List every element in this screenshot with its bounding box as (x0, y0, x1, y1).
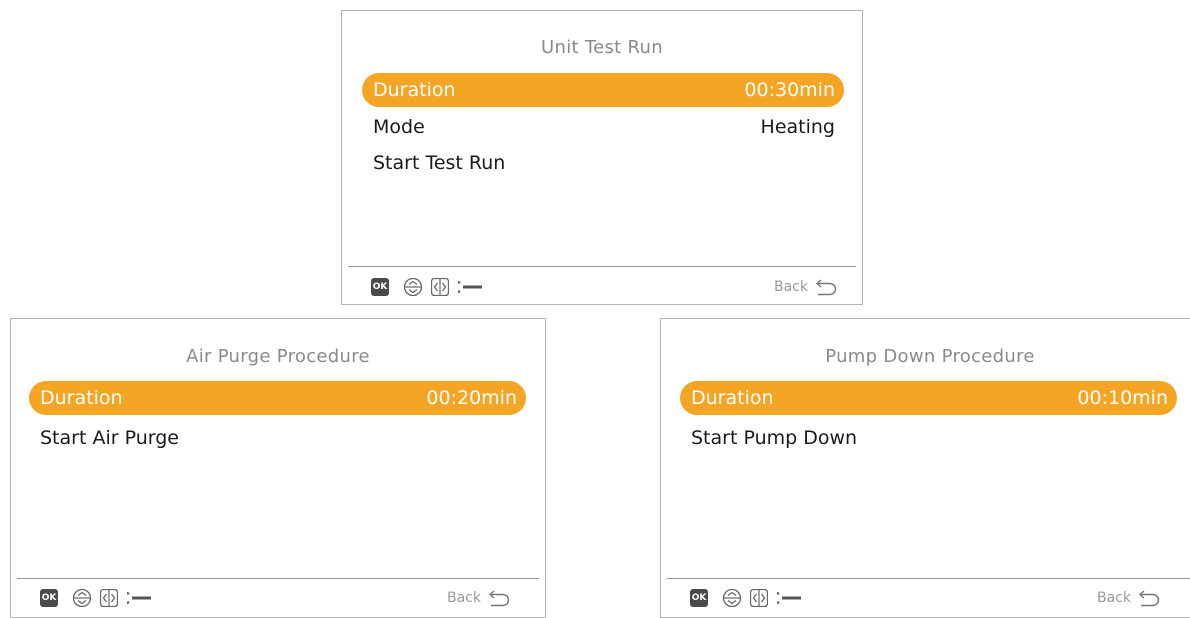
pump-down-procedure-screen: Pump Down Procedure Duration 00:10min St… (660, 318, 1190, 618)
back-label[interactable]: Back (774, 278, 808, 296)
menu-item-start-air-purge[interactable]: Start Air Purge (29, 421, 526, 455)
menu-item-start-test-run[interactable]: Start Test Run (362, 146, 844, 180)
air-purge-procedure-screen: Air Purge Procedure Duration 00:20min St… (10, 318, 546, 618)
wrench-icon (450, 278, 484, 296)
back-arrow-icon[interactable] (814, 278, 838, 296)
menu-item-label: Mode (373, 116, 425, 138)
screen-title: Pump Down Procedure (825, 346, 1035, 367)
menu-item-duration[interactable]: Duration 00:20min (29, 381, 526, 415)
ok-icon: OK (690, 589, 708, 607)
menu-item-value: Heating (760, 116, 835, 138)
wrench-icon (769, 589, 803, 607)
menu-item-start-pump-down[interactable]: Start Pump Down (680, 421, 1177, 455)
menu-item-label: Start Test Run (373, 152, 506, 174)
footer-divider (348, 266, 856, 267)
menu-item-value: 00:30min (744, 79, 835, 101)
menu-item-duration[interactable]: Duration 00:30min (362, 73, 844, 107)
left-right-arrows-icon (99, 588, 119, 608)
menu-item-label: Duration (691, 387, 774, 409)
wrench-icon (119, 589, 153, 607)
screen-title: Air Purge Procedure (186, 346, 370, 367)
menu-item-label: Duration (40, 387, 123, 409)
unit-test-run-screen: Unit Test Run Duration 00:30min Mode Hea… (341, 10, 863, 305)
footer-divider (17, 578, 539, 579)
menu-item-value: 00:20min (426, 387, 517, 409)
menu-item-mode[interactable]: Mode Heating (362, 110, 844, 144)
menu-item-duration[interactable]: Duration 00:10min (680, 381, 1177, 415)
screen-title: Unit Test Run (541, 37, 663, 58)
footer-bar: OK Back (371, 277, 842, 298)
menu-item-label: Start Air Purge (40, 427, 179, 449)
menu-item-label: Duration (373, 79, 456, 101)
back-arrow-icon[interactable] (1137, 589, 1161, 607)
footer-bar: OK Back (40, 588, 515, 609)
up-down-arrows-icon (722, 588, 742, 608)
ok-icon: OK (371, 278, 389, 296)
left-right-arrows-icon (749, 588, 769, 608)
footer-bar: OK Back (690, 588, 1165, 609)
menu-item-label: Start Pump Down (691, 427, 858, 449)
footer-divider (667, 578, 1190, 579)
menu-item-value: 00:10min (1077, 387, 1168, 409)
back-label[interactable]: Back (1097, 589, 1131, 607)
up-down-arrows-icon (403, 277, 423, 297)
back-arrow-icon[interactable] (487, 589, 511, 607)
left-right-arrows-icon (430, 277, 450, 297)
up-down-arrows-icon (72, 588, 92, 608)
back-label[interactable]: Back (447, 589, 481, 607)
ok-icon: OK (40, 589, 58, 607)
